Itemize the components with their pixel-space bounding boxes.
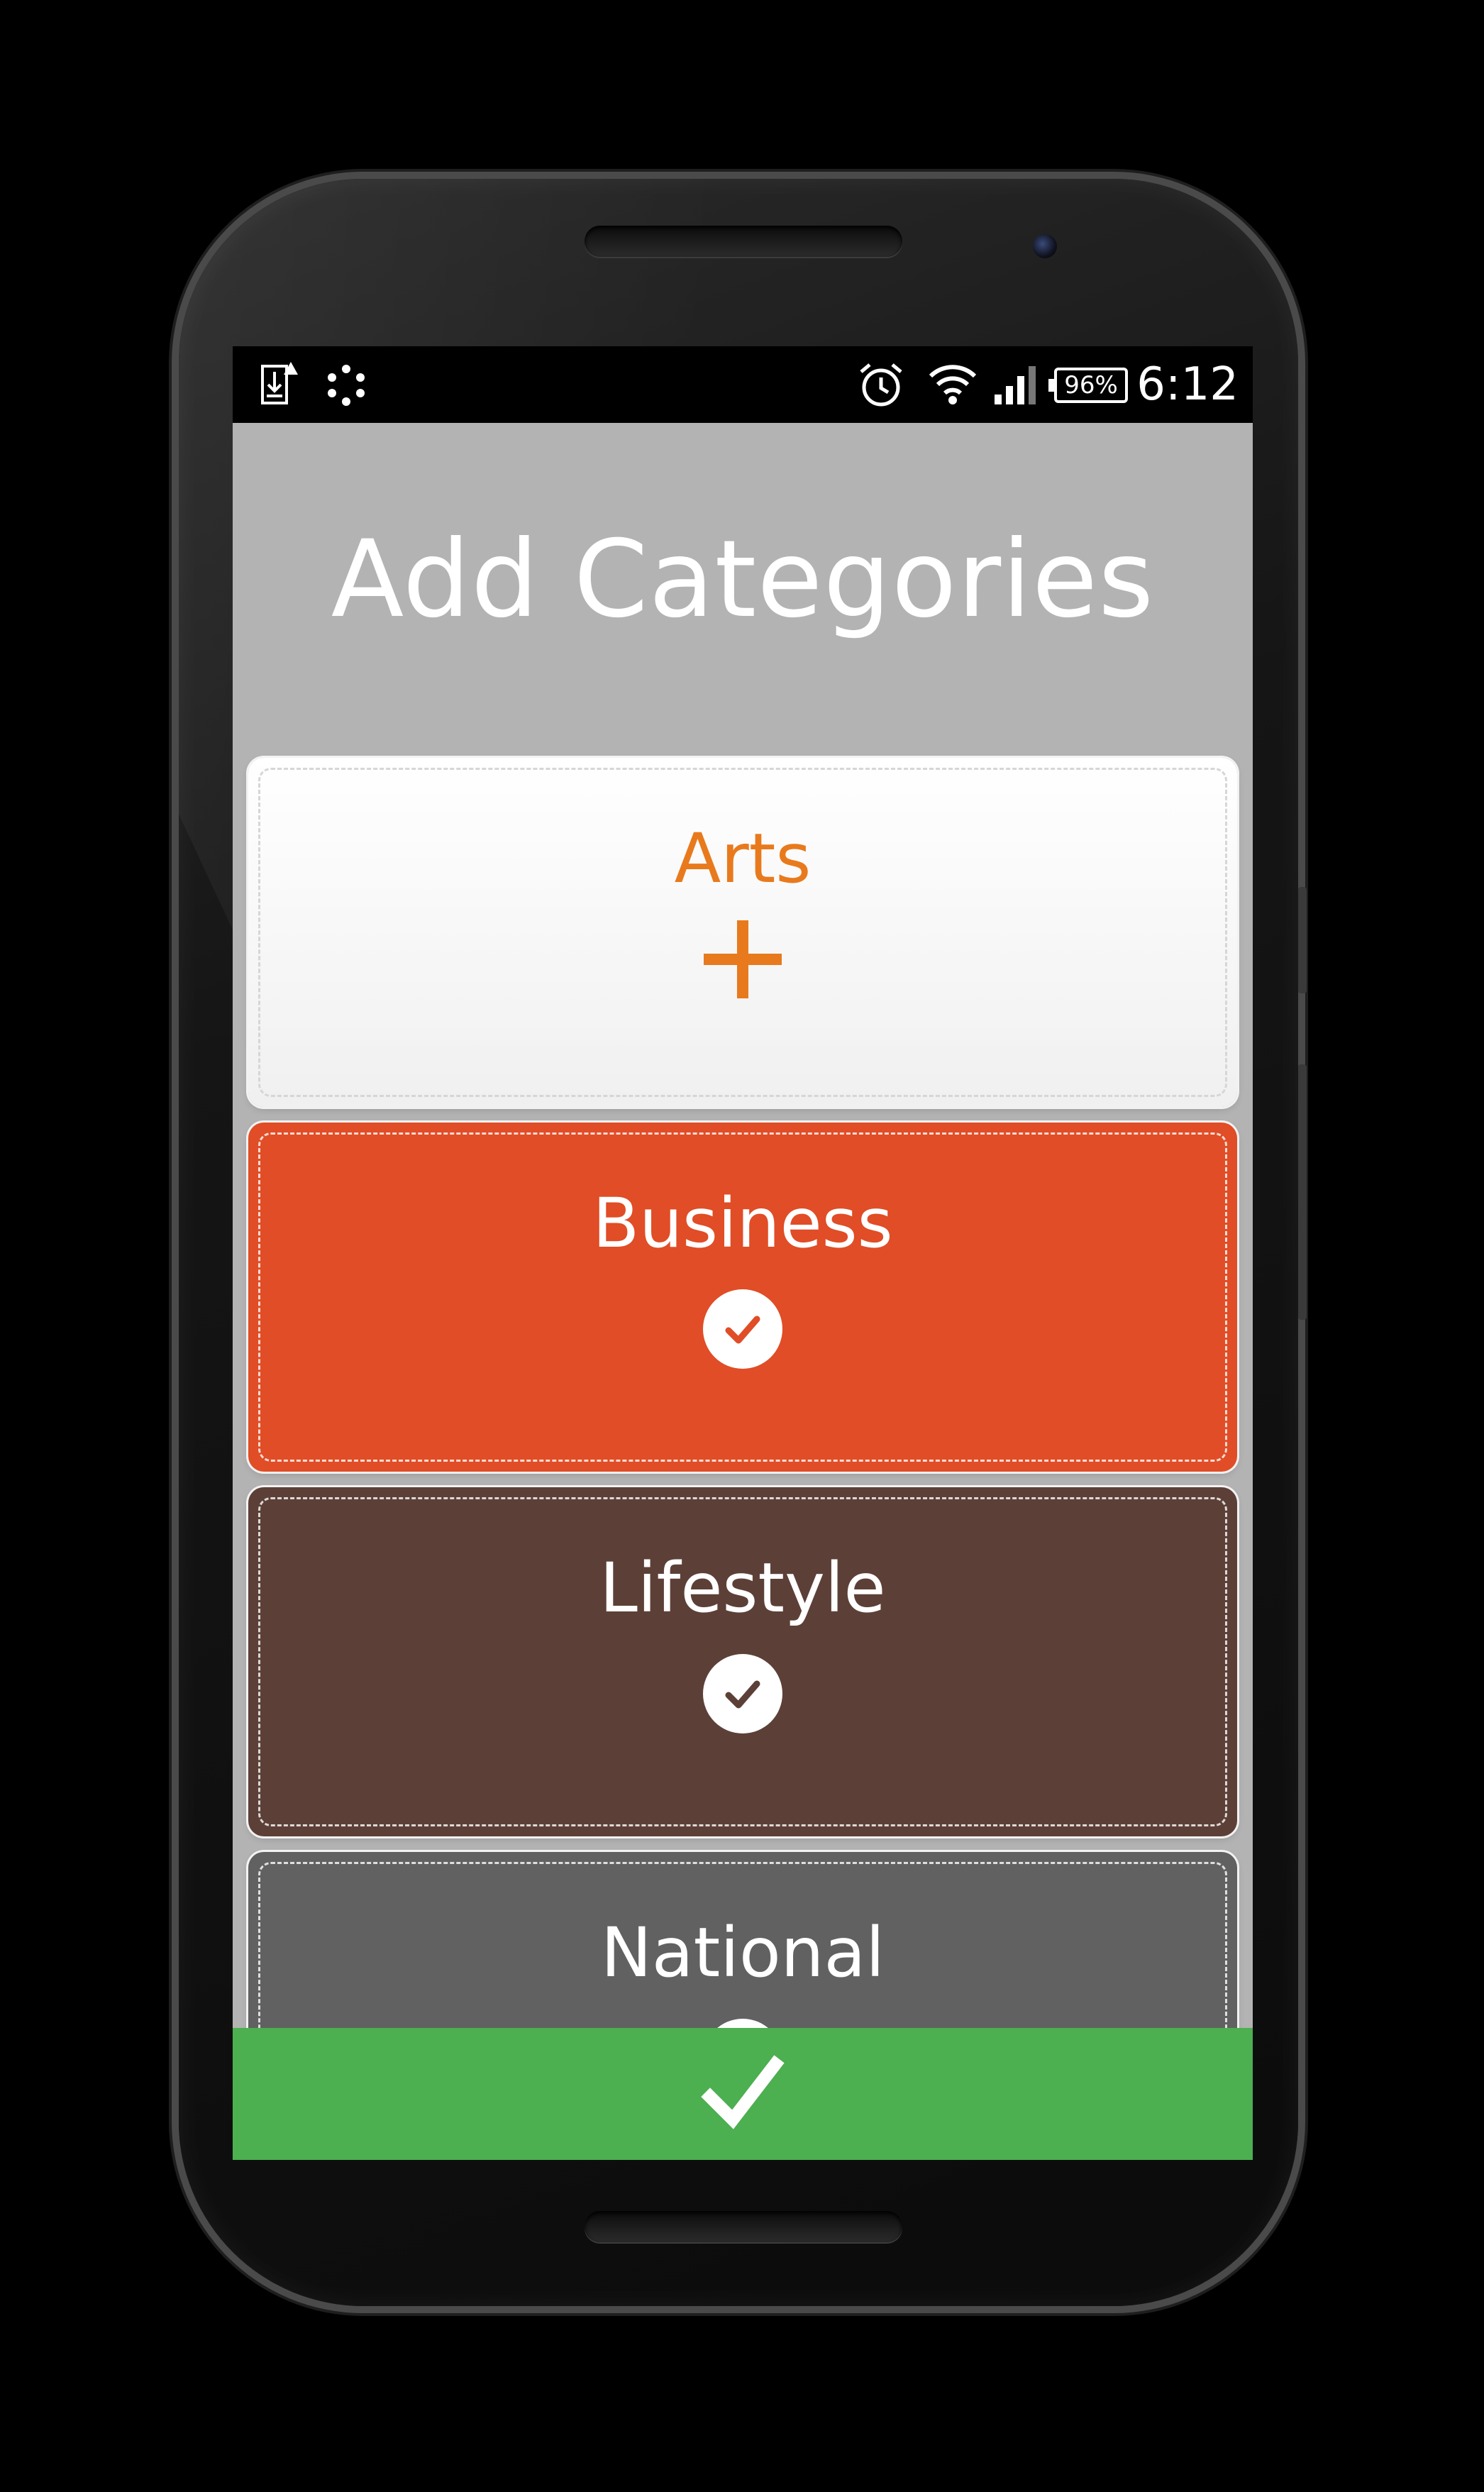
battery-indicator: 96% — [1048, 368, 1128, 403]
category-card-arts[interactable]: Arts — [248, 758, 1237, 1107]
category-label: Business — [592, 1184, 893, 1263]
category-card-business[interactable]: Business — [248, 1123, 1237, 1472]
page-header: Add Categories — [233, 423, 1253, 751]
category-label: Arts — [674, 819, 812, 898]
volume-button — [1298, 887, 1307, 993]
alarm-icon — [855, 359, 907, 410]
category-label: National — [600, 1913, 885, 1992]
bottom-speaker — [585, 2211, 902, 2242]
card-stitch-border: Arts — [258, 768, 1227, 1097]
confirm-button[interactable] — [233, 2028, 1253, 2160]
loading-dots-icon — [325, 359, 367, 410]
check-circle-icon[interactable] — [703, 1654, 782, 1733]
status-bar: 96% 6:12 — [233, 346, 1253, 423]
wifi-icon — [928, 359, 978, 410]
category-card-lifestyle[interactable]: Lifestyle — [248, 1487, 1237, 1836]
card-stitch-border: Business — [258, 1132, 1227, 1462]
signal-icon — [992, 359, 1040, 410]
checkmark-icon — [701, 2055, 785, 2129]
top-speaker — [585, 226, 902, 257]
check-circle-icon[interactable] — [703, 1289, 782, 1369]
page-title: Add Categories — [331, 518, 1155, 641]
category-label: Lifestyle — [599, 1548, 886, 1628]
status-time: 6:12 — [1136, 358, 1239, 411]
plus-icon[interactable] — [704, 920, 782, 998]
download-alert-icon — [260, 359, 299, 410]
front-camera — [1033, 234, 1057, 258]
category-list: Arts Business Lifestyle National — [248, 758, 1237, 2160]
card-stitch-border: Lifestyle — [258, 1497, 1227, 1826]
app-screen: 96% 6:12 Add Categories Arts Business Li… — [233, 346, 1253, 2160]
power-button — [1298, 1064, 1307, 1320]
